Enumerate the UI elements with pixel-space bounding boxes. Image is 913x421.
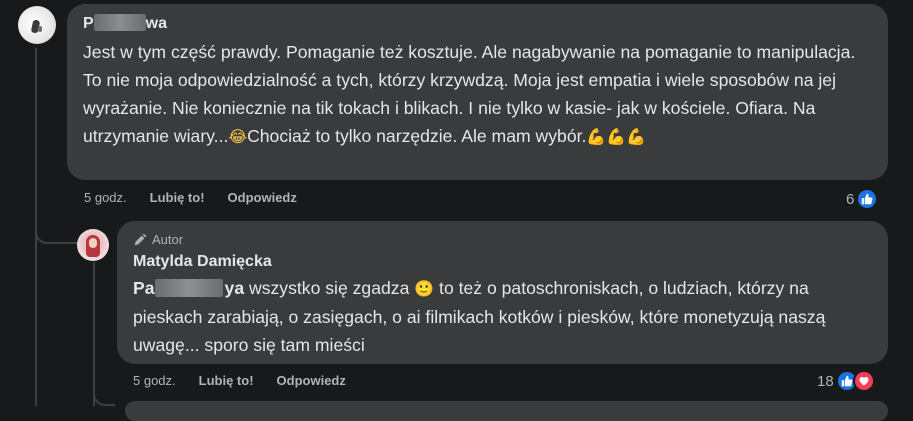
reply-bubble: Autor Matylda Damięcka Pa ya wszystko się…	[117, 221, 888, 364]
reply-text: Pa ya wszystko się zgadza 🙂 to też o pato…	[133, 278, 826, 355]
reaction-summary[interactable]: 18	[817, 370, 875, 392]
comment-author[interactable]: Pwa	[83, 14, 167, 33]
reply-button[interactable]: Odpowiedz	[228, 190, 297, 205]
like-button[interactable]: Lubię to!	[150, 190, 205, 205]
like-button[interactable]: Lubię to!	[199, 373, 254, 388]
reaction-count: 6	[846, 190, 855, 208]
smiling-face-emoji-icon: 🙂	[414, 279, 435, 298]
reaction-count: 18	[817, 372, 834, 390]
pen-icon	[134, 233, 147, 245]
reply-actions: 5 godz. Lubię to! Odpowiedz	[133, 373, 346, 388]
laughing-emoji-icon: 😂	[228, 127, 248, 146]
comment-text: Jest w tym część prawdy. Pomaganie też k…	[83, 42, 856, 146]
reply-connector	[35, 214, 80, 244]
reply-author[interactable]: Matylda Damięcka	[133, 253, 272, 271]
mention[interactable]: Pa ya	[133, 278, 244, 298]
redacted-name-blur	[93, 14, 146, 31]
avatar-author[interactable]	[77, 229, 109, 261]
like-icon	[856, 188, 879, 210]
comment-actions: 5 godz. Lubię to! Odpowiedz	[84, 190, 297, 205]
flexed-biceps-emoji-icon: 💪💪💪	[586, 127, 647, 146]
avatar-commenter[interactable]	[18, 6, 56, 44]
heart-icon	[852, 370, 875, 392]
author-badge: Autor	[133, 232, 183, 247]
redacted-mention-blur	[154, 279, 223, 297]
reply-timestamp[interactable]: 5 godz.	[133, 373, 176, 388]
reaction-summary[interactable]: 6	[846, 188, 879, 210]
comment-timestamp[interactable]: 5 godz.	[84, 190, 127, 205]
reply-button[interactable]: Odpowiedz	[277, 373, 346, 388]
next-reply-bubble	[125, 401, 888, 421]
reply-connector-2	[93, 380, 115, 406]
comment-bubble: Pwa Jest w tym część prawdy. Pomaganie t…	[67, 4, 888, 180]
